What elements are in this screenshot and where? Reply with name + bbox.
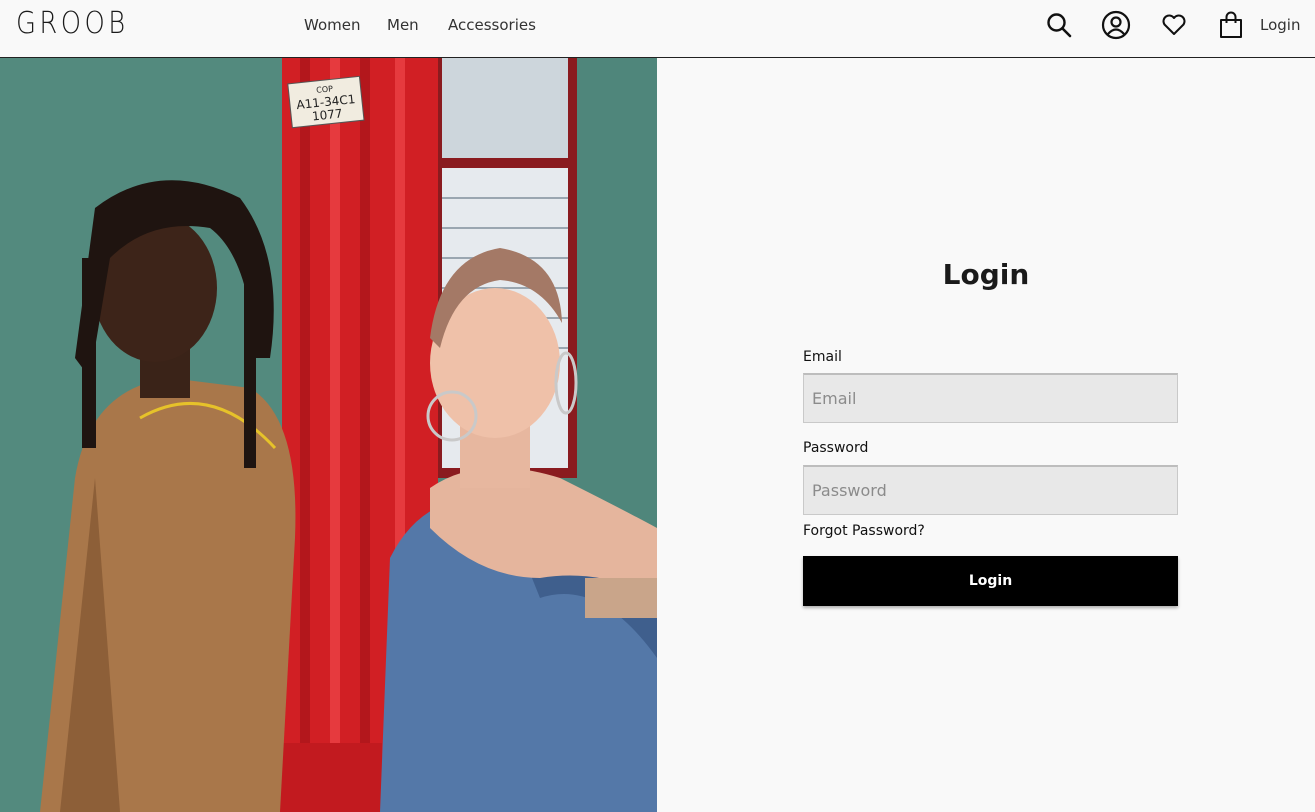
- password-label: Password: [803, 440, 869, 456]
- login-panel: Login Email Password Forgot Password? Lo…: [657, 58, 1315, 812]
- bag-icon[interactable]: [1216, 10, 1246, 40]
- header-login-link[interactable]: Login: [1260, 16, 1300, 34]
- hero-image: COP A11-34C1 1077: [0, 58, 657, 812]
- nav-link-men[interactable]: Men: [387, 16, 419, 34]
- nav-link-accessories[interactable]: Accessories: [448, 16, 536, 34]
- nav-link-women[interactable]: Women: [304, 16, 360, 34]
- sign-text-1: COP: [316, 84, 334, 95]
- login-title: Login: [942, 258, 1030, 291]
- site-header: GROOB Women Men Accessories Login: [0, 0, 1315, 58]
- email-label: Email: [803, 349, 842, 365]
- password-field[interactable]: [803, 465, 1178, 515]
- search-icon[interactable]: [1044, 10, 1074, 40]
- login-button[interactable]: Login: [803, 556, 1178, 606]
- brand-logo[interactable]: GROOB: [16, 6, 129, 41]
- forgot-password-link[interactable]: Forgot Password?: [803, 523, 925, 539]
- heart-icon[interactable]: [1159, 10, 1189, 40]
- account-icon[interactable]: [1101, 10, 1131, 40]
- email-field[interactable]: [803, 373, 1178, 423]
